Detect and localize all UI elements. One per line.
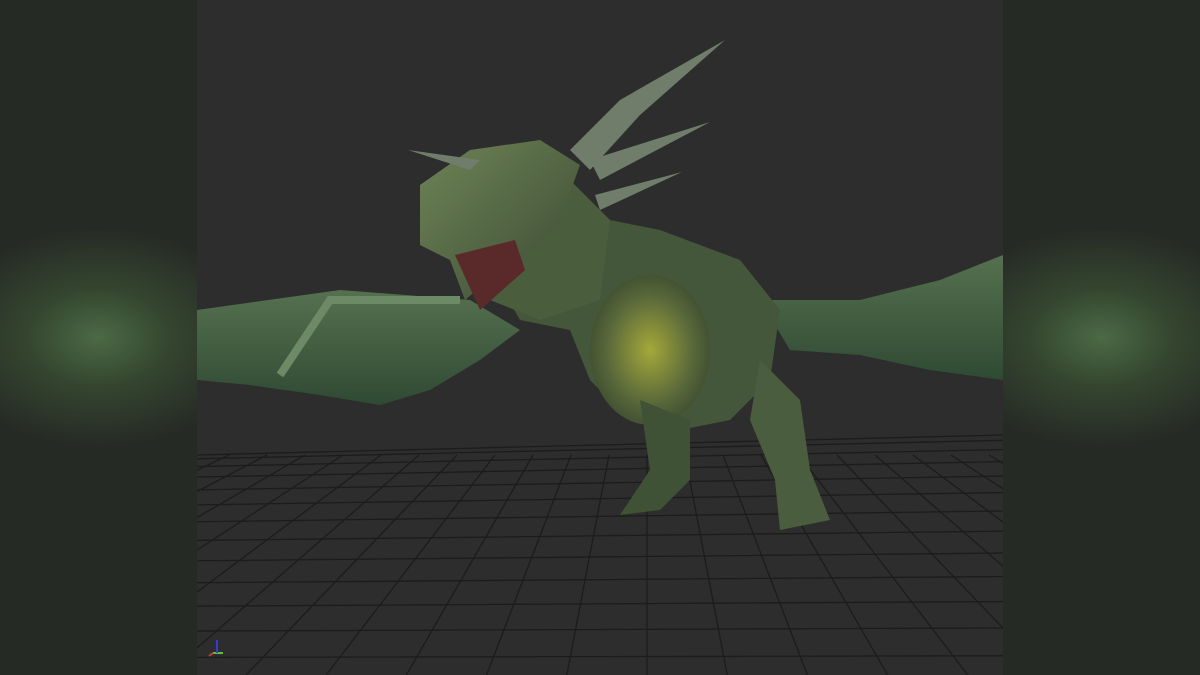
axis-gizmo bbox=[208, 640, 223, 657]
blurred-background-left bbox=[0, 0, 197, 675]
blurred-background-right bbox=[1003, 0, 1200, 675]
3d-viewport[interactable] bbox=[197, 0, 1003, 675]
